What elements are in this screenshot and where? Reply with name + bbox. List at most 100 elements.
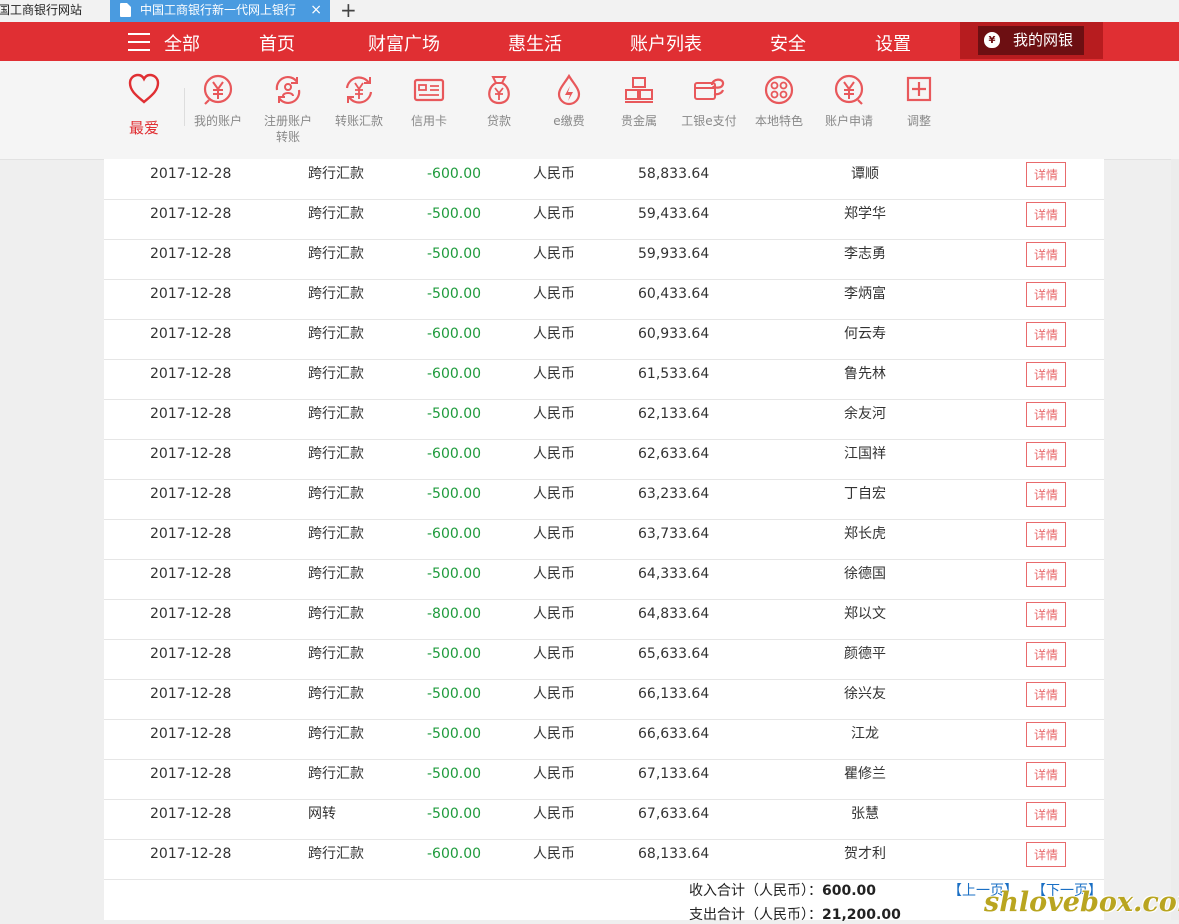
nav-accounts[interactable]: 账户列表 [630, 30, 702, 56]
transaction-amount: -500.00 [427, 766, 482, 782]
nav-life[interactable]: 惠生活 [508, 30, 562, 56]
toolbar-precious-metals[interactable]: 贵金属 [604, 73, 674, 129]
detail-button[interactable]: 详情 [1026, 322, 1066, 347]
browser-tab-icbc-site[interactable]: 中国工商银行网站 [0, 0, 108, 22]
toolbar-my-account[interactable]: 我的账户 [183, 73, 253, 129]
transaction-currency: 人民币 [533, 246, 575, 262]
detail-button[interactable]: 详情 [1026, 762, 1066, 787]
detail-button[interactable]: 详情 [1026, 802, 1066, 827]
nav-home[interactable]: 首页 [259, 30, 295, 56]
detail-button[interactable]: 详情 [1026, 362, 1066, 387]
toolbar-account-apply[interactable]: 账户申请 [814, 73, 884, 129]
nav-security[interactable]: 安全 [770, 30, 806, 56]
transaction-type: 跨行汇款 [308, 646, 364, 662]
favorites-label: 最爱 [128, 119, 159, 137]
transaction-type: 跨行汇款 [308, 486, 364, 502]
expense-label: 支出合计（人民币）： [689, 907, 822, 923]
transaction-currency: 人民币 [533, 286, 575, 302]
toolbar-transfer[interactable]: 转账汇款 [324, 73, 394, 129]
transaction-type: 跨行汇款 [308, 606, 364, 622]
account-balance: 64,333.64 [638, 566, 710, 582]
local-feature-icon [764, 75, 794, 105]
detail-button[interactable]: 详情 [1026, 602, 1066, 627]
transaction-currency: 人民币 [533, 326, 575, 342]
toolbar-register-transfer[interactable]: 注册账户转账 [253, 73, 323, 145]
table-row: 2017-12-28 跨行汇款 -500.00 人民币 64,333.64 徐德国 详情 [104, 559, 1104, 600]
account-balance: 65,633.64 [638, 646, 710, 662]
counterparty-name: 谭顺 [851, 166, 879, 182]
counterparty-name: 郑以文 [844, 606, 886, 622]
menu-icon[interactable] [128, 33, 150, 51]
toolbar-credit-card[interactable]: 信用卡 [394, 73, 464, 129]
transaction-currency: 人民币 [533, 646, 575, 662]
transaction-date: 2017-12-28 [150, 566, 232, 582]
toolbar-icbc-epay[interactable]: 工银e支付 [674, 73, 744, 129]
table-row: 2017-12-28 跨行汇款 -600.00 人民币 58,833.64 谭顺 详情 [104, 159, 1104, 200]
browser-tab-icbc-online-bank[interactable]: 中国工商银行新一代网上银行 × [110, 0, 330, 22]
detail-button[interactable]: 详情 [1026, 482, 1066, 507]
toolbar-adjust[interactable]: 调整 [884, 73, 954, 129]
transfer-icon [345, 76, 373, 104]
transaction-date: 2017-12-28 [150, 446, 232, 462]
transaction-currency: 人民币 [533, 206, 575, 222]
transaction-date: 2017-12-28 [150, 326, 232, 342]
toolbar-label: 贷款 [486, 114, 511, 128]
new-tab-icon[interactable]: + [340, 0, 357, 22]
table-row: 2017-12-28 跨行汇款 -600.00 人民币 61,533.64 鲁先林 详情 [104, 359, 1104, 400]
toolbar-local-features[interactable]: 本地特色 [744, 73, 814, 129]
detail-button[interactable]: 详情 [1026, 842, 1066, 867]
transaction-amount: -600.00 [427, 846, 482, 862]
tab-title: 中国工商银行新一代网上银行 [140, 3, 297, 17]
page-icon [120, 3, 131, 17]
transaction-type: 跨行汇款 [308, 366, 364, 382]
transaction-date: 2017-12-28 [150, 166, 232, 182]
my-bank-button[interactable]: ¥ 我的网银 [960, 22, 1103, 59]
toolbar-epayment[interactable]: e缴费 [534, 73, 604, 129]
account-balance: 67,633.64 [638, 806, 710, 822]
transaction-amount: -800.00 [427, 606, 482, 622]
detail-button[interactable]: 详情 [1026, 242, 1066, 267]
register-transfer-icon [275, 75, 301, 105]
income-total: 收入合计（人民币）：600.00 [689, 880, 876, 900]
page-scrollbar[interactable] [1171, 159, 1179, 920]
loan-bag-icon [488, 76, 510, 105]
counterparty-name: 江国祥 [844, 446, 886, 462]
counterparty-name: 徐兴友 [844, 686, 886, 702]
detail-button[interactable]: 详情 [1026, 282, 1066, 307]
detail-button[interactable]: 详情 [1026, 402, 1066, 427]
summary-bar: 收入合计（人民币）：600.00 支出合计（人民币）：21,200.00 【上一… [104, 874, 1104, 923]
income-value: 600.00 [822, 883, 877, 899]
nav-wealth[interactable]: 财富广场 [368, 30, 440, 56]
detail-button[interactable]: 详情 [1026, 682, 1066, 707]
transaction-type: 跨行汇款 [308, 686, 364, 702]
transaction-amount: -500.00 [427, 406, 482, 422]
counterparty-name: 贺才利 [844, 846, 886, 862]
account-balance: 64,833.64 [638, 606, 710, 622]
detail-button[interactable]: 详情 [1026, 442, 1066, 467]
favorites-button[interactable]: 最爱 [124, 73, 164, 138]
close-tab-icon[interactable]: × [310, 0, 322, 21]
detail-button[interactable]: 详情 [1026, 722, 1066, 747]
yen-circle-icon [203, 74, 233, 105]
table-row: 2017-12-28 跨行汇款 -600.00 人民币 63,733.64 郑长虎 详情 [104, 519, 1104, 560]
table-row: 2017-12-28 网转 -500.00 人民币 67,633.64 张慧 详情 [104, 799, 1104, 840]
nav-settings[interactable]: 设置 [875, 30, 911, 56]
table-row: 2017-12-28 跨行汇款 -500.00 人民币 66,133.64 徐兴友 详情 [104, 679, 1104, 720]
transaction-date: 2017-12-28 [150, 726, 232, 742]
toolbar-label: 工银e支付 [681, 114, 737, 128]
epay-icon [694, 78, 725, 100]
detail-button[interactable]: 详情 [1026, 642, 1066, 667]
detail-button[interactable]: 详情 [1026, 162, 1066, 187]
table-row: 2017-12-28 跨行汇款 -600.00 人民币 62,633.64 江国祥 详情 [104, 439, 1104, 480]
nav-all[interactable]: 全部 [164, 30, 200, 56]
detail-button[interactable]: 详情 [1026, 202, 1066, 227]
table-row: 2017-12-28 跨行汇款 -500.00 人民币 65,633.64 颜德平 详情 [104, 639, 1104, 680]
transaction-amount: -600.00 [427, 166, 482, 182]
detail-button[interactable]: 详情 [1026, 522, 1066, 547]
counterparty-name: 李志勇 [844, 246, 886, 262]
counterparty-name: 瞿修兰 [844, 766, 886, 782]
income-label: 收入合计（人民币）： [689, 883, 822, 899]
toolbar-loan[interactable]: 贷款 [464, 73, 534, 129]
detail-button[interactable]: 详情 [1026, 562, 1066, 587]
account-balance: 58,833.64 [638, 166, 710, 182]
